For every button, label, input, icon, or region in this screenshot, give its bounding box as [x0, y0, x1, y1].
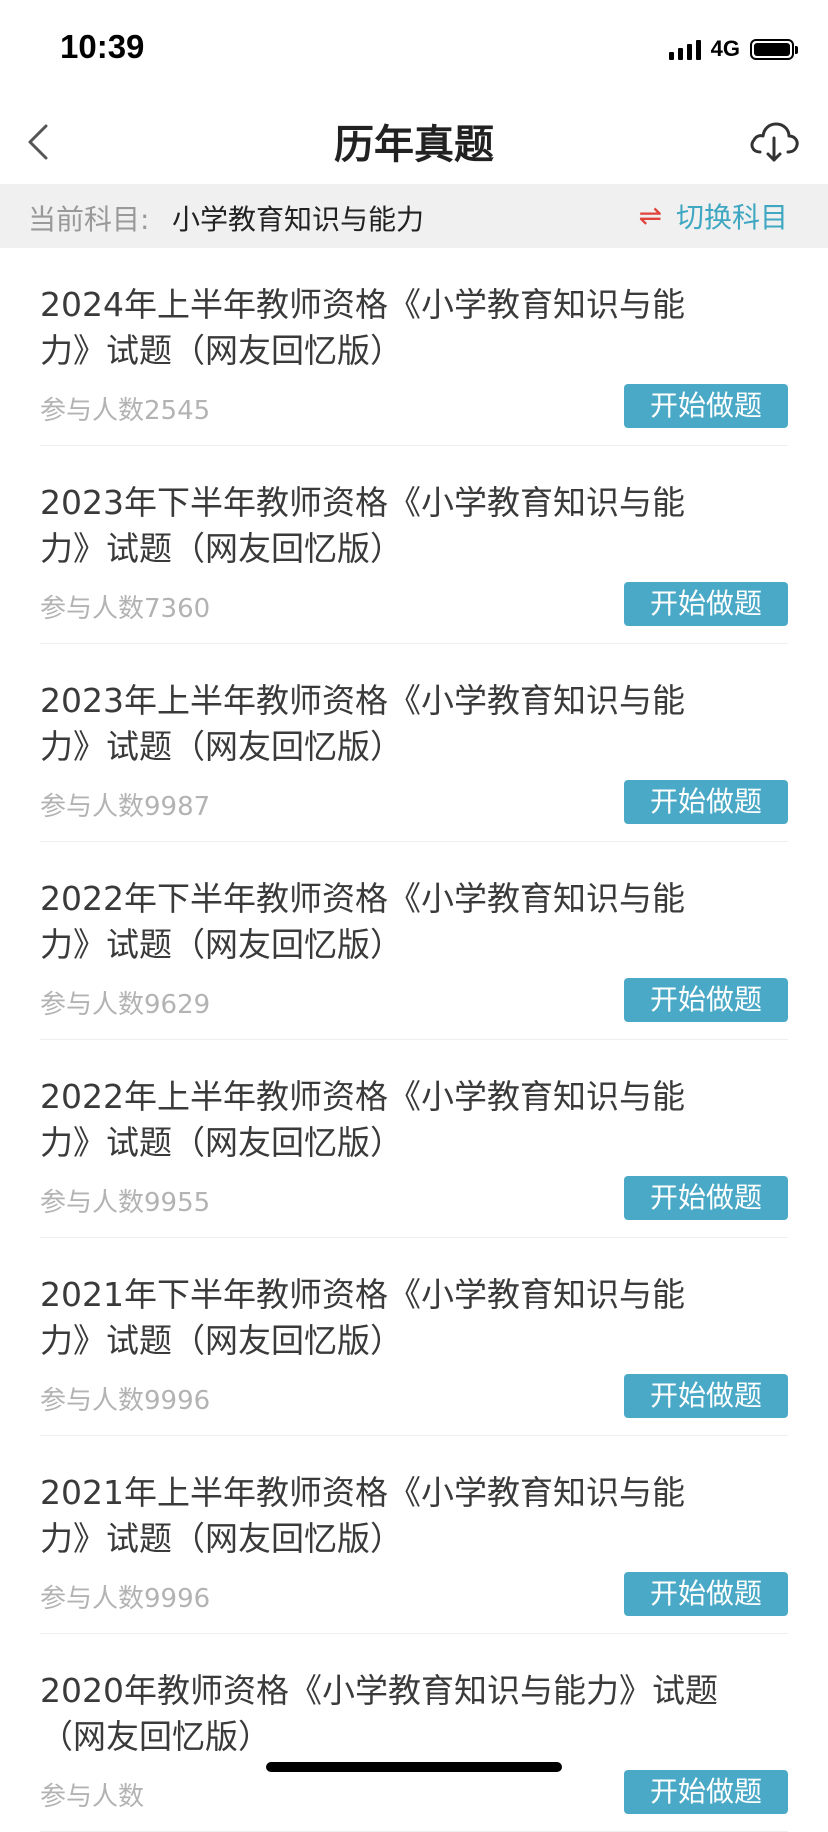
switch-arrows-icon: ⇌: [638, 199, 662, 232]
start-exam-button[interactable]: 开始做题: [624, 780, 788, 824]
start-exam-button[interactable]: 开始做题: [624, 582, 788, 626]
participant-count: 参与人数7360: [40, 594, 211, 624]
start-exam-button[interactable]: 开始做题: [624, 1572, 788, 1616]
participant-count: 参与人数9955: [40, 1188, 211, 1218]
participant-count: 参与人数2545: [40, 396, 211, 426]
exam-title: 2021年下半年教师资格《小学教育知识与能力》试题（网友回忆版）: [40, 1275, 685, 1360]
exam-title: 2020年教师资格《小学教育知识与能力》试题（网友回忆版）: [40, 1671, 718, 1756]
exam-title: 2024年上半年教师资格《小学教育知识与能力》试题（网友回忆版）: [40, 285, 685, 370]
participant-count: 参与人数: [40, 1782, 145, 1812]
signal-icon: [668, 38, 701, 60]
home-indicator[interactable]: [266, 1762, 562, 1772]
list-item[interactable]: 2022年上半年教师资格《小学教育知识与能力》试题（网友回忆版） 参与人数995…: [40, 1040, 788, 1238]
status-bar: 10:39 4G: [0, 0, 828, 100]
list-item[interactable]: 2020年教师资格《小学教育知识与能力》试题（网友回忆版） 参与人数 开始做题: [40, 1634, 788, 1832]
participant-count: 参与人数9987: [40, 792, 211, 822]
start-exam-button[interactable]: 开始做题: [624, 1770, 788, 1814]
exam-title: 2023年下半年教师资格《小学教育知识与能力》试题（网友回忆版）: [40, 483, 685, 568]
start-exam-button[interactable]: 开始做题: [624, 1374, 788, 1418]
participant-count: 参与人数9996: [40, 1584, 211, 1614]
list-item[interactable]: 2021年上半年教师资格《小学教育知识与能力》试题（网友回忆版） 参与人数999…: [40, 1436, 788, 1634]
list-item[interactable]: 2024年上半年教师资格《小学教育知识与能力》试题（网友回忆版） 参与人数254…: [40, 248, 788, 446]
list-item[interactable]: 2023年下半年教师资格《小学教育知识与能力》试题（网友回忆版） 参与人数736…: [40, 446, 788, 644]
start-exam-button[interactable]: 开始做题: [624, 384, 788, 428]
participant-count: 参与人数9629: [40, 990, 211, 1020]
exam-list: 2024年上半年教师资格《小学教育知识与能力》试题（网友回忆版） 参与人数254…: [0, 248, 828, 1832]
exam-title: 2023年上半年教师资格《小学教育知识与能力》试题（网友回忆版）: [40, 681, 685, 766]
subject-prefix-label: 当前科目:: [28, 203, 150, 236]
network-type: 4G: [710, 36, 740, 61]
switch-subject-button[interactable]: ⇌ 切换科目: [639, 196, 788, 236]
status-icons: 4G: [668, 36, 798, 62]
list-item[interactable]: 2021年下半年教师资格《小学教育知识与能力》试题（网友回忆版） 参与人数999…: [40, 1238, 788, 1436]
status-time: 10:39: [60, 28, 145, 65]
nav-bar: 历年真题: [0, 100, 828, 184]
current-subject-name: 小学教育知识与能力: [172, 203, 425, 236]
list-item[interactable]: 2023年上半年教师资格《小学教育知识与能力》试题（网友回忆版） 参与人数998…: [40, 644, 788, 842]
battery-icon: [750, 38, 798, 60]
list-item[interactable]: 2022年下半年教师资格《小学教育知识与能力》试题（网友回忆版） 参与人数962…: [40, 842, 788, 1040]
participant-count: 参与人数9996: [40, 1386, 211, 1416]
exam-title: 2022年上半年教师资格《小学教育知识与能力》试题（网友回忆版）: [40, 1077, 685, 1162]
cloud-download-icon[interactable]: [746, 114, 802, 166]
start-exam-button[interactable]: 开始做题: [624, 978, 788, 1022]
exam-title: 2022年下半年教师资格《小学教育知识与能力》试题（网友回忆版）: [40, 879, 685, 964]
page-title: 历年真题: [334, 122, 494, 168]
switch-subject-label: 切换科目: [675, 201, 788, 234]
subject-bar: 当前科目: 小学教育知识与能力 ⇌ 切换科目: [0, 184, 828, 248]
start-exam-button[interactable]: 开始做题: [624, 1176, 788, 1220]
exam-title: 2021年上半年教师资格《小学教育知识与能力》试题（网友回忆版）: [40, 1473, 685, 1558]
